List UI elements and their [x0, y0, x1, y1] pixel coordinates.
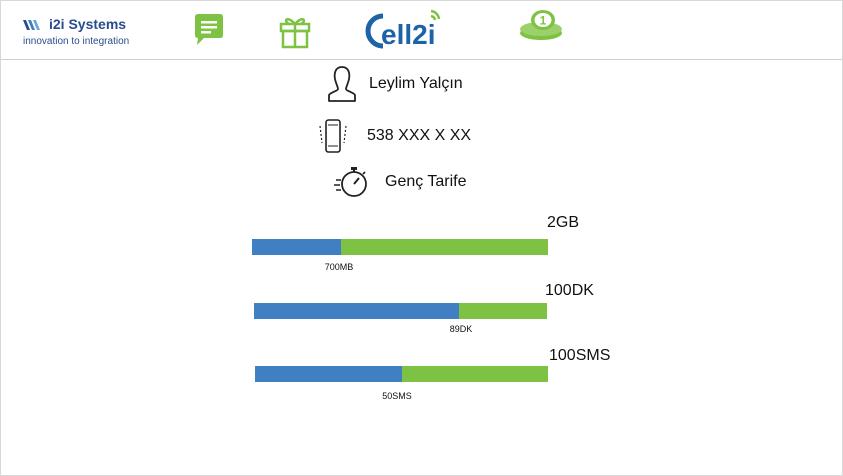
data-remaining-segment	[341, 239, 548, 255]
top-navigation-bar: i2i Systems innovation to integration el…	[1, 1, 842, 60]
cell2i-logo-text: ell2i	[381, 19, 435, 50]
sms-remaining-segment	[402, 366, 548, 382]
user-icon	[328, 66, 356, 102]
voice-used-segment	[254, 303, 459, 319]
sms-limit-label: 100SMS	[549, 347, 611, 364]
brand-tagline: innovation to integration	[23, 36, 130, 47]
profile-tariff-row: Genç Tarife	[334, 164, 467, 200]
sms-used-label: 50SMS	[382, 391, 412, 401]
voice-limit-label: 100DK	[545, 282, 594, 299]
profile-name-row: Leylim Yalçın	[327, 65, 463, 103]
sms-usage-bar	[255, 366, 548, 382]
voice-usage-bar	[254, 303, 547, 319]
app-frame: i2i Systems innovation to integration el…	[0, 0, 843, 476]
i2i-brand-logo[interactable]: i2i Systems innovation to integration	[23, 15, 143, 49]
cell2i-logo[interactable]: ell2i	[361, 7, 445, 53]
phone-number: 538 XXX X XX	[367, 127, 472, 144]
data-usage-bar	[252, 239, 548, 255]
subscriber-name: Leylim Yalçın	[369, 75, 463, 92]
coin-number: 1	[540, 14, 547, 28]
brand-name: i2i Systems	[49, 16, 127, 32]
voice-used-label: 89DK	[449, 324, 473, 334]
data-limit-label: 2GB	[547, 214, 580, 231]
data-used-segment	[252, 239, 341, 255]
coins-icon[interactable]: 1	[517, 7, 571, 43]
chat-icon[interactable]	[191, 11, 227, 51]
gift-icon[interactable]	[277, 11, 313, 51]
sms-used-segment	[255, 366, 402, 382]
data-used-label: 700MB	[324, 262, 354, 272]
i2i-logo-mark-icon	[23, 20, 40, 30]
voice-remaining-segment	[459, 303, 547, 319]
tariff-name: Genç Tarife	[385, 173, 467, 190]
phone-icon	[319, 119, 347, 153]
profile-phone-row: 538 XXX X XX	[317, 117, 471, 155]
stopwatch-icon	[334, 167, 367, 197]
